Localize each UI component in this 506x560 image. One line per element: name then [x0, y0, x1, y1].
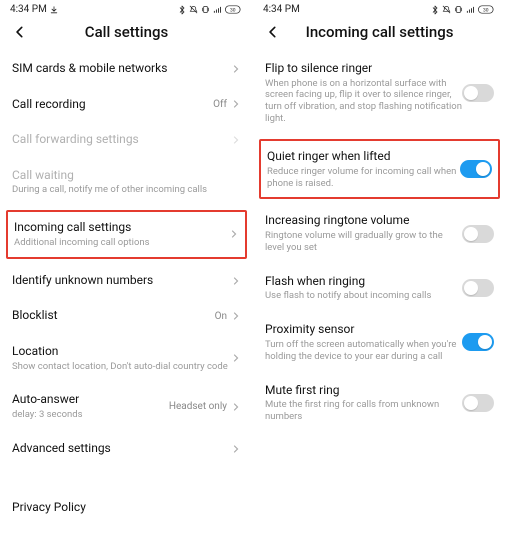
svg-text:30: 30: [483, 7, 489, 13]
vibrate-icon: [454, 5, 463, 14]
desc: Ringtone volume will gradually grow to t…: [265, 230, 462, 254]
svg-text:30: 30: [230, 7, 236, 13]
item-sim-networks[interactable]: SIM cards & mobile networks: [12, 51, 241, 87]
label: Call waiting: [12, 168, 241, 184]
chevron-right-icon: [231, 64, 241, 74]
item-proximity-sensor[interactable]: Proximity sensor Turn off the screen aut…: [265, 312, 494, 372]
chevron-right-icon: [231, 311, 241, 321]
dnd-icon: [442, 5, 451, 14]
battery-icon: 30: [478, 5, 496, 14]
signal-icon: [213, 6, 222, 14]
desc: When phone is on a horizontal surface wi…: [265, 78, 462, 126]
download-icon: [50, 6, 58, 14]
desc: Additional incoming call options: [14, 237, 229, 249]
desc: Reduce ringer volume for incoming call w…: [267, 166, 460, 190]
screen-incoming-call-settings: 4:34 PM 30 Incoming call settings Flip t…: [253, 0, 506, 560]
status-bar: 4:34 PM 30: [0, 0, 253, 17]
label: Mute first ring: [265, 383, 462, 399]
value: Off: [213, 99, 227, 110]
value: Headset only: [169, 401, 227, 412]
label: Auto-answer: [12, 392, 169, 408]
label: Increasing ringtone volume: [265, 213, 462, 229]
page-title: Incoming call settings: [281, 23, 478, 41]
toggle-mute-first-ring[interactable]: [462, 394, 494, 412]
item-identify-unknown[interactable]: Identify unknown numbers: [12, 263, 241, 299]
toggle-increasing-ringtone[interactable]: [462, 225, 494, 243]
chevron-right-icon: [231, 444, 241, 454]
vibrate-icon: [201, 5, 210, 14]
highlight-incoming-call: Incoming call settings Additional incomi…: [6, 210, 247, 258]
chevron-right-icon: [231, 99, 241, 109]
item-advanced-settings[interactable]: Advanced settings: [12, 431, 241, 467]
label: Flash when ringing: [265, 274, 462, 290]
item-incoming-call-settings[interactable]: Incoming call settings Additional incomi…: [14, 216, 239, 252]
desc: Turn off the screen automatically when y…: [265, 339, 462, 363]
highlight-quiet-ringer: Quiet ringer when lifted Reduce ringer v…: [259, 139, 500, 199]
desc: Show contact location, Don't auto-dial c…: [12, 361, 231, 373]
back-button[interactable]: [265, 24, 281, 40]
item-flash-ringing[interactable]: Flash when ringing Use flash to notify a…: [265, 264, 494, 312]
signal-icon: [466, 6, 475, 14]
item-privacy-policy[interactable]: Privacy Policy: [12, 490, 241, 526]
item-mute-first-ring[interactable]: Mute first ring Mute the first ring for …: [265, 373, 494, 433]
chevron-right-icon: [231, 353, 241, 363]
item-blocklist[interactable]: Blocklist On: [12, 298, 241, 334]
label: Blocklist: [12, 308, 215, 324]
desc: Mute the first ring for calls from unkno…: [265, 399, 462, 423]
desc: During a call, notify me of other incomi…: [12, 184, 241, 196]
toggle-flip-silence[interactable]: [462, 84, 494, 102]
dnd-icon: [189, 5, 198, 14]
header: Call settings: [0, 17, 253, 51]
label: Incoming call settings: [14, 220, 229, 236]
chevron-right-icon: [231, 402, 241, 412]
toggle-proximity-sensor[interactable]: [462, 333, 494, 351]
page-title: Call settings: [28, 23, 225, 41]
status-bar: 4:34 PM 30: [253, 0, 506, 17]
bluetooth-icon: [431, 5, 439, 15]
label: Quiet ringer when lifted: [267, 149, 460, 165]
battery-icon: 30: [225, 5, 243, 14]
header: Incoming call settings: [253, 17, 506, 51]
item-auto-answer[interactable]: Auto-answer delay: 3 seconds Headset onl…: [12, 382, 241, 430]
back-button[interactable]: [12, 24, 28, 40]
chevron-right-icon: [231, 276, 241, 286]
label: Identify unknown numbers: [12, 273, 231, 289]
label: Proximity sensor: [265, 322, 462, 338]
label: Call recording: [12, 97, 213, 113]
value: On: [215, 311, 227, 322]
label: Flip to silence ringer: [265, 61, 462, 77]
item-quiet-ringer[interactable]: Quiet ringer when lifted Reduce ringer v…: [267, 145, 492, 193]
item-call-waiting: Call waiting During a call, notify me of…: [12, 158, 241, 206]
settings-list: SIM cards & mobile networks Call recordi…: [0, 51, 253, 526]
bluetooth-icon: [178, 5, 186, 15]
label: Advanced settings: [12, 441, 231, 457]
item-flip-silence[interactable]: Flip to silence ringer When phone is on …: [265, 51, 494, 135]
desc: Use flash to notify about incoming calls: [265, 290, 462, 302]
label: Call forwarding settings: [12, 132, 231, 148]
label: SIM cards & mobile networks: [12, 61, 231, 77]
label: Privacy Policy: [12, 500, 241, 516]
item-call-forwarding: Call forwarding settings: [12, 122, 241, 158]
chevron-right-icon: [229, 229, 239, 239]
item-call-recording[interactable]: Call recording Off: [12, 87, 241, 123]
status-time: 4:34 PM: [10, 4, 47, 15]
screen-call-settings: 4:34 PM 30 Call settings SIM cards & mob…: [0, 0, 253, 560]
item-increasing-ringtone[interactable]: Increasing ringtone volume Ringtone volu…: [265, 203, 494, 263]
chevron-right-icon: [231, 135, 241, 145]
status-time: 4:34 PM: [263, 4, 300, 15]
desc: delay: 3 seconds: [12, 409, 169, 421]
item-location[interactable]: Location Show contact location, Don't au…: [12, 334, 241, 382]
settings-list: Flip to silence ringer When phone is on …: [253, 51, 506, 433]
toggle-flash-ringing[interactable]: [462, 279, 494, 297]
label: Location: [12, 344, 231, 360]
toggle-quiet-ringer[interactable]: [460, 160, 492, 178]
